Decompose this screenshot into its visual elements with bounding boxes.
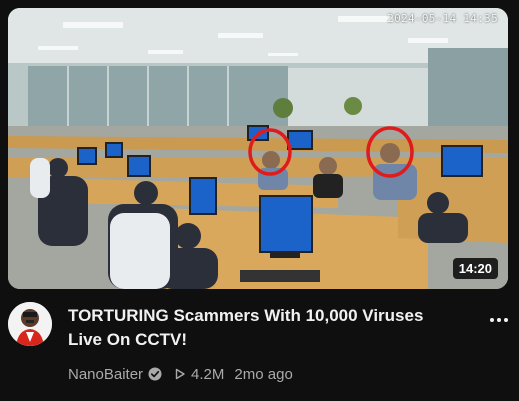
duration-badge: 14:20 <box>452 258 498 279</box>
play-triangle-icon <box>175 368 185 380</box>
more-options-button[interactable] <box>487 310 511 330</box>
video-title[interactable]: TORTURING Scammers With 10,000 Viruses L… <box>68 304 468 352</box>
upload-age: 2mo ago <box>234 365 293 383</box>
verified-check-icon <box>148 367 162 381</box>
cctv-timestamp: 2024-05-14 14:35 <box>387 12 498 25</box>
channel-name[interactable]: NanoBaiter <box>68 366 143 383</box>
video-title-line2: Live On CCTV! <box>68 330 188 349</box>
video-card[interactable]: 2024-05-14 14:35 14:20 TORTURING Scammer… <box>0 0 519 401</box>
call-center-cctv-image <box>8 8 508 289</box>
more-vert-icon <box>490 318 494 322</box>
video-title-line1: TORTURING Scammers With 10,000 Viruses <box>68 306 424 325</box>
video-meta: TORTURING Scammers With 10,000 Viruses L… <box>8 302 511 392</box>
view-count: 4.2M <box>174 366 224 383</box>
avatar-image <box>8 302 52 346</box>
view-count-value: 4.2M <box>191 365 225 383</box>
channel-avatar[interactable] <box>8 302 52 346</box>
video-thumbnail[interactable]: 2024-05-14 14:35 14:20 <box>8 8 508 289</box>
video-byline: NanoBaiter 4.2M 2mo ago <box>68 363 293 385</box>
